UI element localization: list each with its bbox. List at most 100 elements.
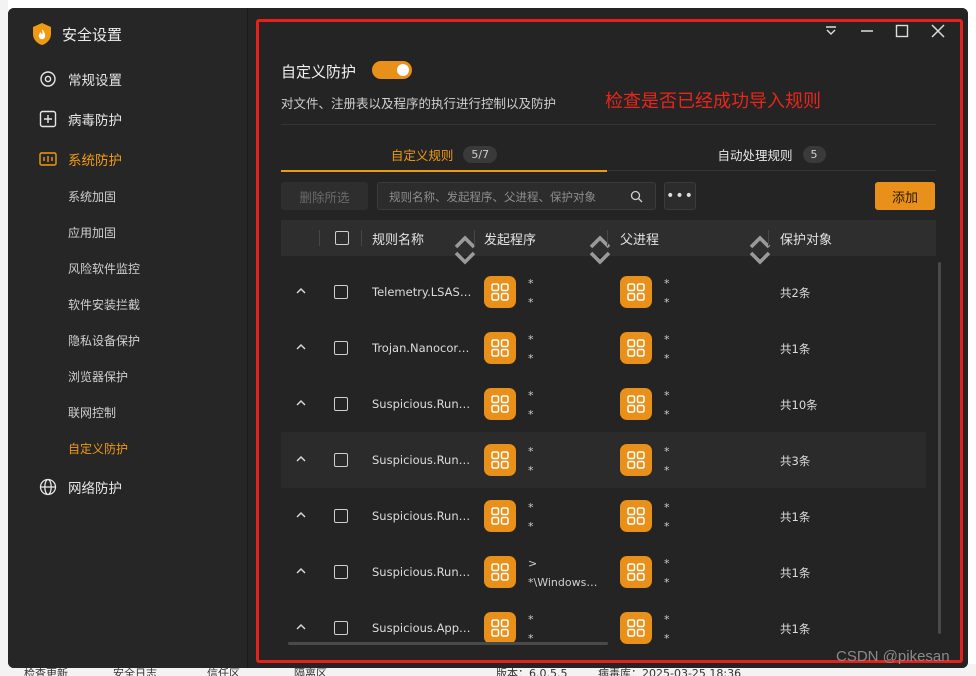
sidebar-item-label: 网络防护	[68, 481, 122, 497]
row-checkbox[interactable]	[334, 341, 348, 355]
chevron-up-icon[interactable]	[295, 454, 307, 464]
row-checkbox[interactable]	[334, 397, 348, 411]
tab-count-badge: 5	[802, 145, 826, 163]
parent-path: *	[664, 557, 670, 570]
parent-path: *	[664, 352, 670, 365]
tab-custom-rules[interactable]: 自定义规则 5/7	[281, 138, 607, 172]
protection-target-count: 共3条	[780, 454, 811, 468]
toggle-knob	[397, 64, 409, 76]
chevron-up-icon[interactable]	[295, 342, 307, 352]
column-separator	[768, 230, 769, 246]
parent-path: *	[664, 464, 670, 477]
app-grid-icon	[484, 444, 516, 476]
table-row[interactable]: Suspicious.Run.Keys.C * * * * 共1条	[281, 488, 926, 544]
tab-label: 自动处理规则	[717, 147, 793, 163]
table-row[interactable]: Suspicious.App.Path * * * * 共1条	[281, 600, 926, 656]
chevron-up-icon[interactable]	[295, 286, 307, 296]
sidebar-item-network[interactable]: 网络防护	[8, 478, 247, 497]
column-header-label: 发起程序	[484, 232, 537, 248]
protection-target-count: 共1条	[780, 342, 811, 356]
rule-name: Suspicious.App.Path	[372, 621, 472, 635]
section-title: 自定义防护	[281, 63, 357, 81]
row-checkbox[interactable]	[334, 509, 348, 523]
row-checkbox[interactable]	[334, 453, 348, 467]
sidebar-subitem-risk-software[interactable]: 风险软件监控	[68, 260, 140, 277]
column-separator	[474, 230, 475, 246]
sort-icon[interactable]	[588, 232, 612, 268]
chevron-up-icon[interactable]	[295, 566, 307, 576]
globe-icon	[39, 478, 57, 496]
initiator-path: *	[528, 296, 534, 309]
row-checkbox[interactable]	[334, 285, 348, 299]
rule-name: Suspicious.Run.Keys.C	[372, 509, 472, 523]
search-input[interactable]	[387, 188, 631, 206]
table-row[interactable]: Suspicious.Run.Keys.D > *\Windows\System…	[281, 544, 926, 600]
sidebar-item-general[interactable]: 常规设置	[8, 70, 247, 89]
column-header-label: 父进程	[620, 232, 660, 248]
parent-path: *	[664, 277, 670, 290]
sidebar-subitem-system-hardening[interactable]: 系统加固	[68, 188, 116, 205]
section-description: 对文件、注册表以及程序的执行进行控制以及防护	[281, 96, 557, 111]
sidebar-item-virus[interactable]: 病毒防护	[8, 110, 247, 129]
search-icon[interactable]	[630, 190, 643, 203]
chevron-up-icon[interactable]	[295, 510, 307, 520]
flame-shield-logo-icon	[33, 23, 51, 45]
close-icon[interactable]	[929, 22, 947, 40]
menu-dropdown-icon[interactable]	[822, 22, 840, 40]
table-row[interactable]: Suspicious.Run.Keys.A * * * * 共10条	[281, 376, 926, 432]
column-separator	[361, 230, 362, 246]
initiator-path: *	[528, 464, 534, 477]
table-row[interactable]: Suspicious.Run.Keys.B * * * * 共3条	[281, 432, 926, 488]
add-rule-button[interactable]: 添加	[875, 182, 935, 210]
minimize-icon[interactable]	[858, 22, 876, 40]
more-options-button[interactable]: •••	[664, 182, 696, 210]
vertical-scrollbar[interactable]	[938, 262, 941, 634]
watermark: CSDN @pikesan	[836, 648, 950, 665]
app-grid-icon	[620, 556, 652, 588]
column-separator	[319, 230, 320, 246]
app-grid-icon	[484, 612, 516, 644]
parent-path: *	[664, 632, 670, 645]
protection-target-count: 共2条	[780, 286, 811, 300]
delete-selected-button[interactable]: 删除所选	[281, 182, 368, 210]
sidebar-item-system[interactable]: 系统防护	[8, 150, 247, 169]
initiator-path: >	[528, 557, 538, 570]
chevron-up-icon[interactable]	[295, 398, 307, 408]
maximize-icon[interactable]	[893, 22, 911, 40]
red-annotation-text: 检查是否已经成功导入规则	[605, 91, 821, 112]
app-title: 安全设置	[62, 25, 123, 44]
row-checkbox[interactable]	[334, 621, 348, 635]
protection-target-count: 共1条	[780, 622, 811, 636]
app-grid-icon	[484, 500, 516, 532]
sidebar-subitem-network-control[interactable]: 联网控制	[68, 404, 116, 421]
table-row[interactable]: Trojan.Nanocore.LSASS * * * * 共1条	[281, 320, 926, 376]
chevron-up-icon[interactable]	[295, 622, 307, 632]
initiator-path: *	[528, 613, 534, 626]
sidebar-subitem-browser[interactable]: 浏览器保护	[68, 368, 128, 385]
tab-auto-rules[interactable]: 自动处理规则 5	[607, 138, 936, 171]
rule-name: Suspicious.Run.Keys.B	[372, 453, 472, 467]
rule-name: Telemetry.LSASS.Dump.A	[372, 285, 472, 299]
app-grid-icon	[620, 444, 652, 476]
app-grid-icon	[484, 388, 516, 420]
row-checkbox[interactable]	[334, 565, 348, 579]
column-header-name[interactable]: 规则名称	[372, 220, 424, 256]
column-header-label: 保护对象	[780, 232, 833, 248]
sidebar-subitem-app-hardening[interactable]: 应用加固	[68, 224, 116, 241]
column-separator	[607, 230, 608, 246]
initiator-path: *	[528, 520, 534, 533]
table-row[interactable]: Telemetry.LSASS.Dump.A * * * * 共2条	[281, 264, 926, 320]
horizontal-scrollbar[interactable]	[288, 642, 608, 645]
custom-protection-toggle[interactable]	[372, 61, 412, 79]
select-all-checkbox[interactable]	[335, 231, 349, 245]
sidebar-subitem-install-block[interactable]: 软件安装拦截	[68, 296, 140, 313]
app-title-bar: 安全设置	[32, 21, 122, 47]
sidebar-subitem-privacy-device[interactable]: 隐私设备保护	[68, 332, 140, 349]
initiator-path: *	[528, 445, 534, 458]
column-header-parent[interactable]: 父进程	[620, 220, 659, 256]
divider	[281, 124, 936, 125]
sidebar-subitem-custom-protection[interactable]: 自定义防护	[68, 440, 128, 457]
app-grid-icon	[620, 612, 652, 644]
column-header-target[interactable]: 保护对象	[780, 220, 832, 256]
column-header-initiator[interactable]: 发起程序	[484, 220, 536, 256]
